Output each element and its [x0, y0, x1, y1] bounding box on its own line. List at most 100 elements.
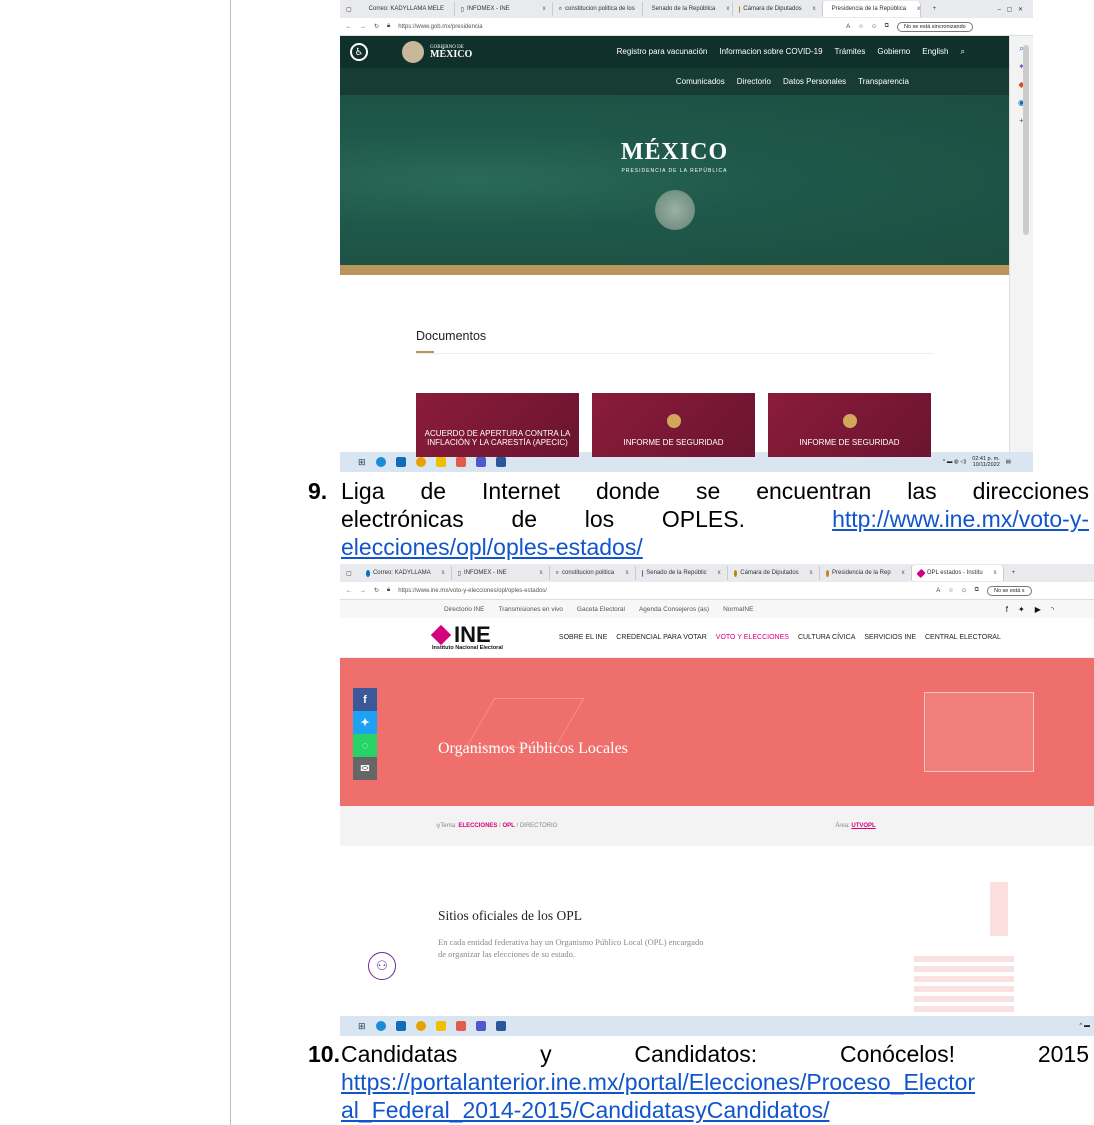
- subnav-transparencia[interactable]: Transparencia: [858, 77, 909, 86]
- doc-card-apecic[interactable]: ACUERDO DE APERTURA CONTRA LA INFLACIÓN Y…: [416, 393, 579, 457]
- tray-icons[interactable]: ^ ▬: [1080, 1023, 1094, 1029]
- notification-icon[interactable]: ▤: [1006, 459, 1011, 465]
- subnav-comunicados[interactable]: Comunicados: [676, 77, 725, 86]
- nav-vacunacion[interactable]: Registro para vacunación: [617, 47, 708, 57]
- twitter-icon[interactable]: ✦: [1018, 605, 1025, 614]
- menu-credencial[interactable]: CREDENCIAL PARA VOTAR: [616, 634, 707, 641]
- reload-icon[interactable]: ↻: [374, 587, 379, 594]
- favorite-icon[interactable]: ☆: [948, 587, 953, 594]
- read-aloud-icon[interactable]: A: [936, 588, 940, 594]
- nav-english[interactable]: English: [922, 47, 948, 57]
- forward-icon[interactable]: →: [360, 24, 366, 30]
- browser-tab[interactable]: Presidencia de la Rep x: [820, 566, 912, 580]
- teams-icon[interactable]: [475, 457, 486, 467]
- file-explorer-icon[interactable]: [435, 1021, 446, 1031]
- browser-tab-active[interactable]: Presidencia de la República x: [822, 1, 921, 17]
- browser-tab[interactable]: ▯ INFOMEX - INE x: [452, 566, 550, 580]
- menu-sobre-ine[interactable]: SOBRE EL INE: [559, 634, 607, 641]
- copilot-icon[interactable]: ✦: [1010, 58, 1033, 76]
- sync-button[interactable]: No se está sincronizando: [896, 21, 973, 32]
- browser-tab[interactable]: ▯ INFOMEX - INE x: [455, 2, 553, 16]
- oples-link-continued[interactable]: elecciones/opl/oples-estados/: [341, 534, 643, 560]
- youtube-icon[interactable]: ▶: [1035, 605, 1041, 614]
- outlook-icon[interactable]: [395, 1021, 406, 1031]
- tab-actions-icon[interactable]: ▢: [346, 570, 352, 577]
- tray-icons[interactable]: ^ ▬ ◍ ◁): [943, 459, 967, 465]
- nav-gobierno[interactable]: Gobierno: [877, 47, 910, 57]
- new-tab-button[interactable]: +: [921, 6, 949, 12]
- candidatos-link[interactable]: https://portalanterior.ine.mx/portal/Ele…: [341, 1069, 975, 1095]
- tab-actions-icon[interactable]: ▢: [346, 6, 352, 13]
- menu-central-electoral[interactable]: CENTRAL ELECTORAL: [925, 634, 1001, 641]
- browser-tab[interactable]: Senado de la Repúblic x: [636, 566, 728, 580]
- reload-icon[interactable]: ↻: [374, 23, 379, 30]
- windows-icon[interactable]: ⊞: [358, 457, 366, 468]
- util-transmisiones[interactable]: Transmisiones en vivo: [498, 606, 562, 613]
- teams-icon[interactable]: [475, 1021, 486, 1031]
- edge-icon[interactable]: [375, 457, 386, 467]
- windows-icon[interactable]: ⊞: [358, 1021, 366, 1032]
- subnav-datos[interactable]: Datos Personales: [783, 77, 846, 86]
- oples-link[interactable]: http://www.ine.mx/voto-y-: [832, 506, 1089, 532]
- file-explorer-icon[interactable]: [435, 457, 446, 467]
- browser-tab[interactable]: ⌕ constitucion politica x: [550, 566, 636, 580]
- browser-tab[interactable]: ⌕constitucion politica de losx: [553, 2, 643, 16]
- word-icon[interactable]: [495, 1021, 506, 1031]
- outlook-icon[interactable]: ◉: [1010, 94, 1033, 112]
- crumb-elecciones[interactable]: ELECCIONES: [458, 823, 497, 829]
- gob-logo[interactable]: GOBIERNO DE MÉXICO: [430, 45, 472, 60]
- accessibility-icon[interactable]: ⚇: [368, 952, 396, 980]
- browser-tab-active[interactable]: OPL estados - Institu x: [911, 565, 1004, 581]
- search-icon[interactable]: ⌕: [961, 47, 965, 57]
- favorite-icon[interactable]: ☆: [858, 23, 863, 30]
- menu-servicios[interactable]: SERVICIOS INE: [864, 634, 916, 641]
- read-aloud-icon[interactable]: A: [846, 24, 850, 30]
- menu-voto-elecciones[interactable]: VOTO Y ELECCIONES: [716, 634, 789, 641]
- menu-cultura-civica[interactable]: CULTURA CÍVICA: [798, 634, 855, 641]
- util-gaceta[interactable]: Gaceta Electoral: [577, 606, 625, 613]
- whatsapp-icon[interactable]: ◌: [353, 734, 377, 757]
- browser-tab[interactable]: Cámara de Diputados x: [733, 2, 823, 16]
- forward-icon[interactable]: →: [360, 588, 366, 594]
- back-icon[interactable]: ←: [346, 24, 352, 30]
- rss-icon[interactable]: ◝: [1051, 605, 1054, 614]
- url-field[interactable]: https://www.gob.mx/presidencia: [398, 24, 838, 30]
- doc-card-seguridad[interactable]: INFORME DE SEGURIDAD: [592, 393, 755, 457]
- candidatos-link-continued[interactable]: al_Federal_2014-2015/CandidatasyCandidat…: [341, 1097, 829, 1123]
- favorites-icon[interactable]: ✩: [962, 587, 967, 594]
- facebook-icon[interactable]: f: [353, 688, 377, 711]
- chrome-icon[interactable]: [415, 457, 426, 467]
- url-field[interactable]: https://www.ine.mx/voto-y-elecciones/opl…: [398, 588, 928, 594]
- subnav-directorio[interactable]: Directorio: [737, 77, 771, 86]
- back-icon[interactable]: ←: [346, 588, 352, 594]
- email-icon[interactable]: ✉: [353, 757, 377, 780]
- util-normaine[interactable]: NormaINE: [723, 606, 753, 613]
- edge-icon[interactable]: [375, 1021, 386, 1031]
- doc-card-seguridad[interactable]: INFORME DE SEGURIDAD: [768, 393, 931, 457]
- util-directorio[interactable]: Directorio INE: [444, 606, 484, 613]
- outlook-icon[interactable]: [395, 457, 406, 467]
- browser-tab[interactable]: Cámara de Diputados x: [728, 566, 820, 580]
- window-controls[interactable]: – ▢ ✕: [998, 6, 1033, 13]
- browser-tab[interactable]: Correo: KADYLLAMA MELEx: [360, 2, 455, 16]
- app-icon[interactable]: [455, 1021, 466, 1031]
- ine-logo[interactable]: INE Instituto Nacional Electoral: [430, 623, 503, 652]
- twitter-icon[interactable]: ✦: [353, 711, 377, 734]
- favorites-icon[interactable]: ✩: [872, 23, 877, 30]
- browser-tab[interactable]: Senado de la República x: [643, 2, 733, 16]
- util-agenda[interactable]: Agenda Consejeros (as): [639, 606, 709, 613]
- new-tab-button[interactable]: +: [1004, 570, 1024, 576]
- area-link[interactable]: UTVOPL: [851, 823, 875, 829]
- word-icon[interactable]: [495, 457, 506, 467]
- nav-covid[interactable]: Informacion sobre COVID-19: [719, 47, 822, 57]
- collections-icon[interactable]: ⧉: [975, 587, 979, 594]
- nav-tramites[interactable]: Trámites: [835, 47, 866, 57]
- crumb-opl[interactable]: OPL: [502, 823, 514, 829]
- add-icon[interactable]: +: [1010, 112, 1033, 130]
- collections-icon[interactable]: ⧉: [885, 23, 889, 30]
- scrollbar[interactable]: [1023, 45, 1029, 235]
- browser-tab[interactable]: Correo: KADYLLAMA x: [360, 566, 452, 580]
- search-icon[interactable]: ⌕: [1010, 40, 1033, 58]
- chrome-icon[interactable]: [415, 1021, 426, 1031]
- sync-button[interactable]: No se está s: [986, 585, 1032, 596]
